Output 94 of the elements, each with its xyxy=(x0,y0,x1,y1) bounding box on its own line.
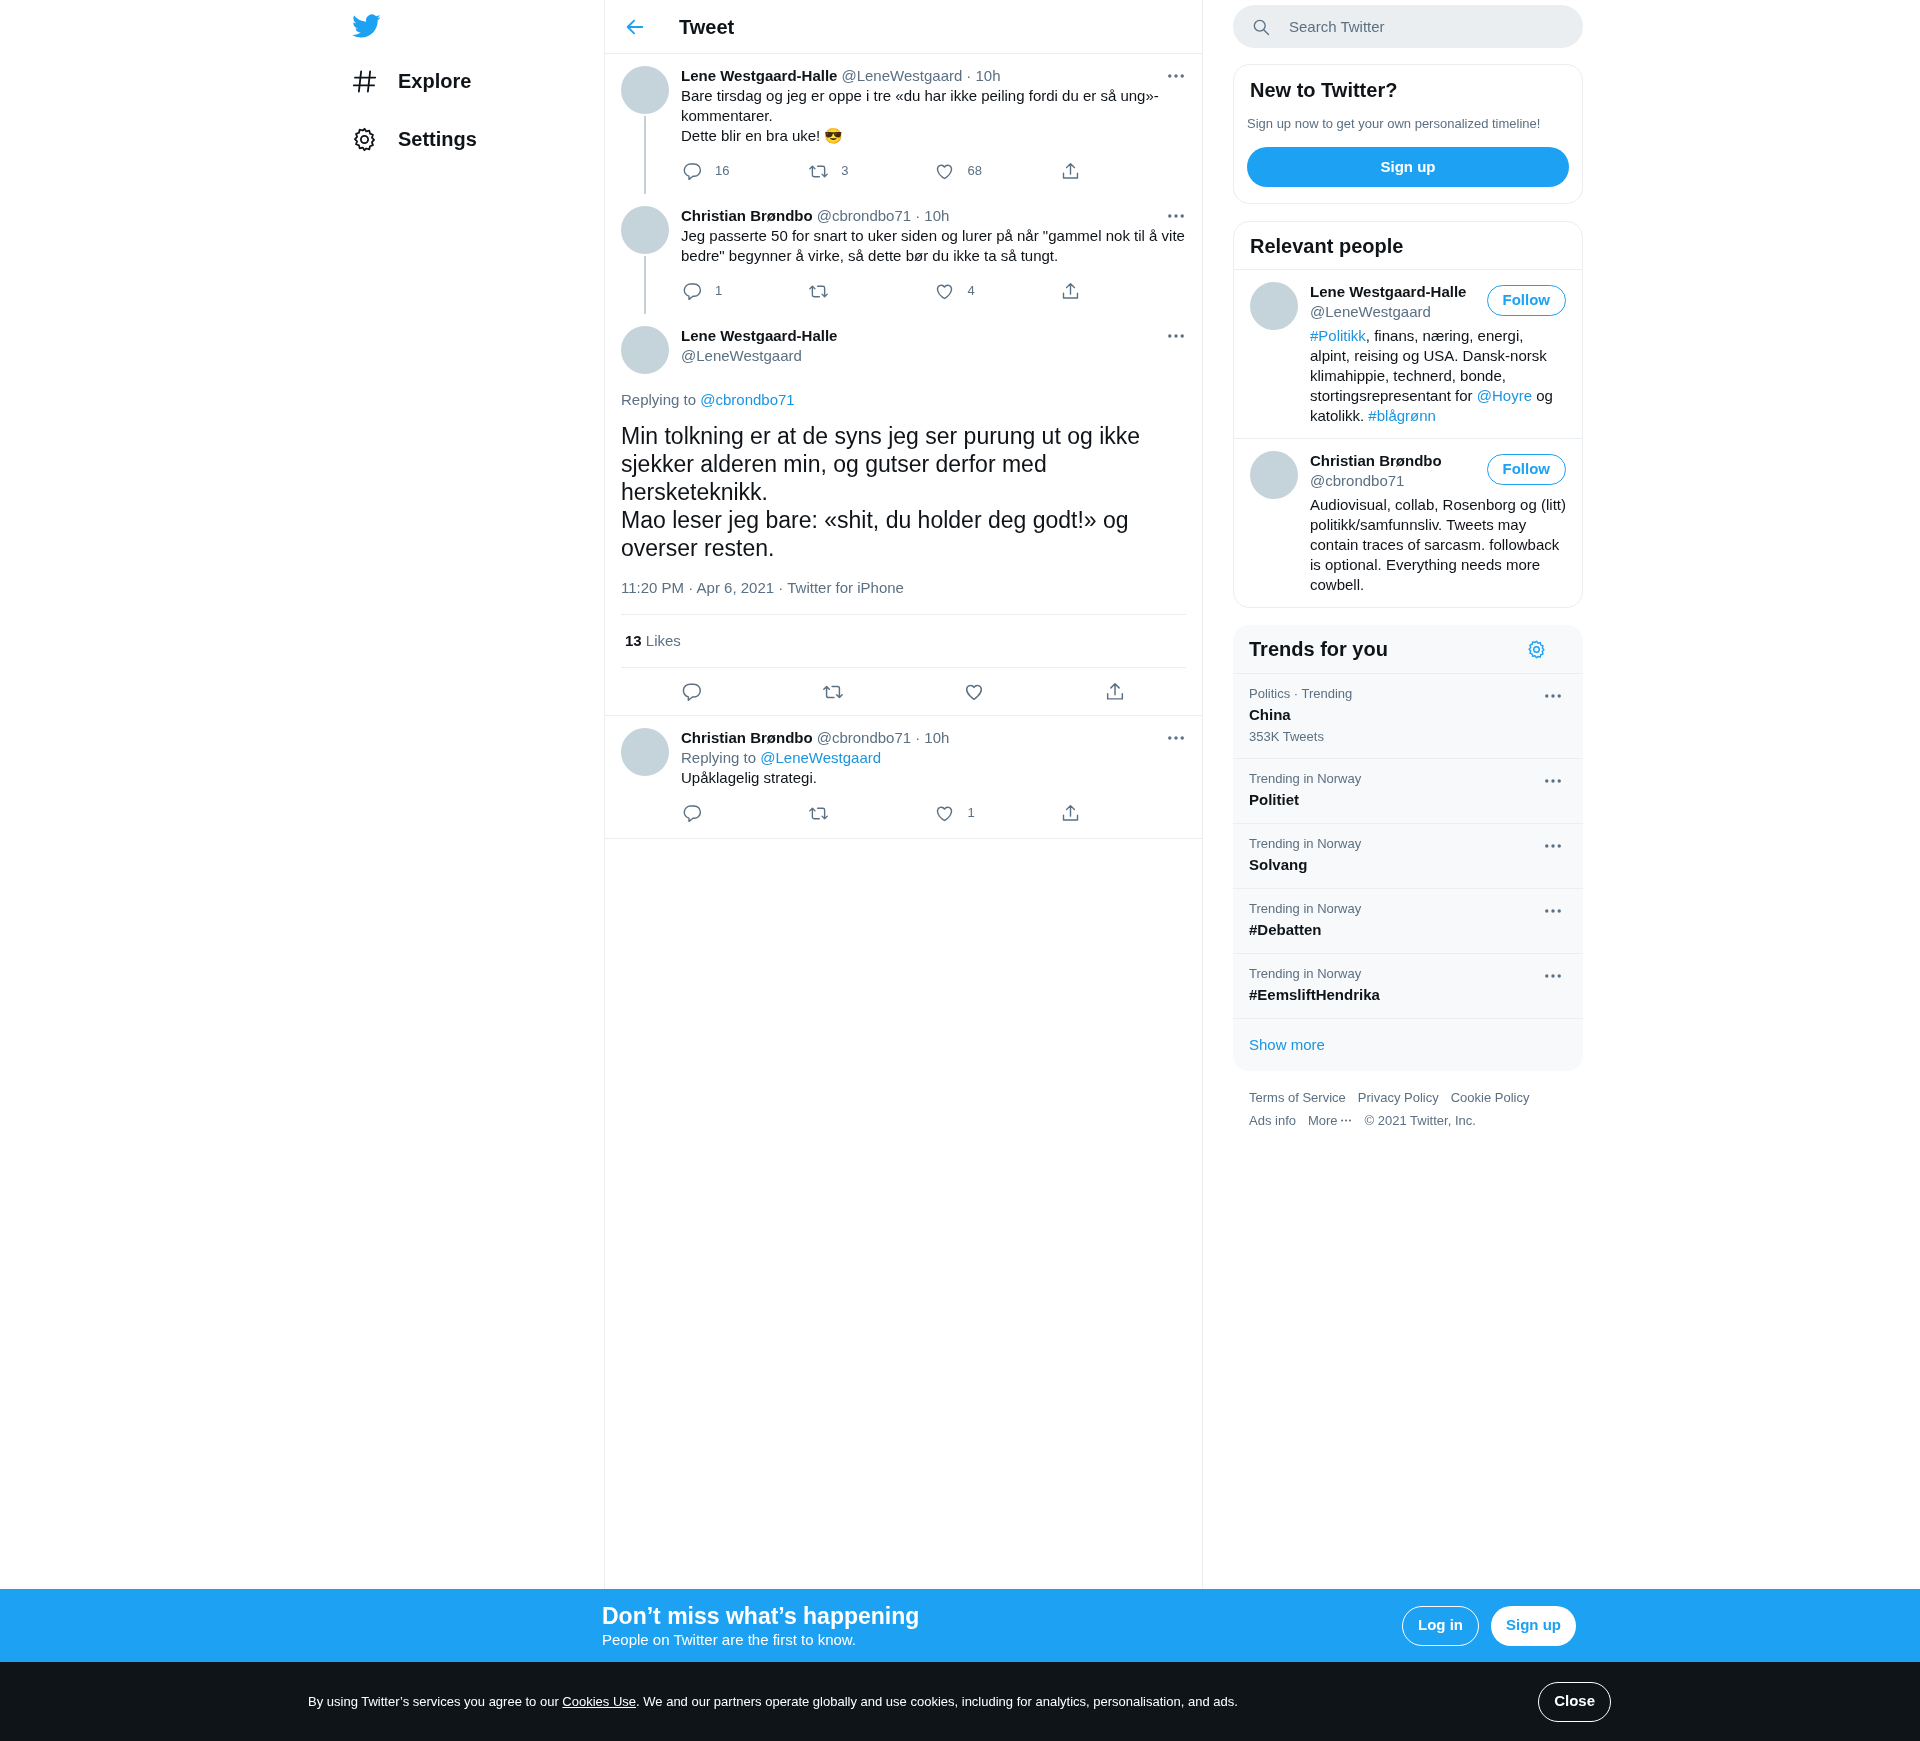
nav-item[interactable]: Settings xyxy=(351,110,493,168)
action-button[interactable] xyxy=(681,160,703,182)
copyright-text: © 2021 Twitter, Inc. xyxy=(1364,1112,1476,1129)
author-name[interactable]: Lene Westgaard-Halle xyxy=(681,324,838,348)
trend-context: Trending in Norway xyxy=(1249,901,1362,917)
person-name[interactable]: Lene Westgaard-Halle xyxy=(1310,282,1467,302)
more-icon xyxy=(1168,214,1184,218)
trend-item[interactable]: Trending in Norway Politiet xyxy=(1233,759,1583,824)
settings-icon xyxy=(351,125,378,153)
action-count: 1 xyxy=(967,804,975,823)
card-title: New to Twitter? xyxy=(1249,78,1399,103)
action-count: 3 xyxy=(841,162,849,181)
author-handle[interactable]: @cbrondbo71 xyxy=(816,726,912,750)
trend-name: #Debatten xyxy=(1249,920,1322,940)
tweet-text: Upåklagelig strategi. xyxy=(681,768,818,788)
mention-link[interactable]: @LeneWestgaard xyxy=(760,749,882,766)
search-field[interactable]: Search Twitter xyxy=(1233,5,1583,48)
tweet-text: Jeg passerte 50 for snart to uker siden og lurer på når "gammel nok til å vite bedre" begynner å virke, så dette bør du ikke ta så tungt. xyxy=(681,226,1186,266)
more-icon xyxy=(1545,909,1561,913)
more-icon xyxy=(1168,736,1184,740)
trend-context: Trending in Norway xyxy=(1249,966,1362,982)
author-name[interactable]: Christian Brøndbo xyxy=(681,726,813,750)
trend-context: Trending in Norway xyxy=(1249,836,1362,852)
footer-link[interactable]: Privacy Policy xyxy=(1357,1089,1439,1106)
action-button[interactable] xyxy=(681,802,703,824)
profile-bio: Audiovisual, collab, Rosenborg og (litt) politikk/samfunnsliv. Tweets may contain traces of sarcasm. followback is optional. Everything needs more cowbell. xyxy=(1310,495,1566,595)
reply-icon xyxy=(681,802,703,824)
settings-button[interactable] xyxy=(1525,638,1547,660)
likes-link[interactable]: 13 Likes xyxy=(625,629,681,653)
tweet-text: Bare tirsdag og jeg er oppe i tre «du har ikke peiling fordi du er så ung»-kommentarer. Dette blir en bra uke! 😎 xyxy=(681,86,1160,146)
author-handle[interactable]: @LeneWestgaard xyxy=(841,64,963,88)
footer-link[interactable]: Terms of Service xyxy=(1249,1089,1346,1106)
reply-icon xyxy=(680,680,703,703)
page-title: Tweet xyxy=(679,14,735,40)
reply-icon xyxy=(681,160,703,182)
more-icon xyxy=(1545,844,1561,848)
card-text: Sign up now to get your own personalized timeline! xyxy=(1247,115,1542,133)
more-icon xyxy=(1168,334,1184,338)
bio-link[interactable]: #Politikk xyxy=(1310,327,1366,344)
footer-link[interactable]: Ads info xyxy=(1249,1112,1296,1129)
trend-name: #EemsliftHendrika xyxy=(1249,985,1380,1005)
more-icon xyxy=(1545,694,1561,698)
person-handle[interactable]: @cbrondbo71 xyxy=(1310,471,1405,491)
author-name[interactable]: Christian Brøndbo xyxy=(681,204,813,228)
signup-button[interactable]: Sign up xyxy=(1247,147,1569,187)
footer-link[interactable]: Cookie Policy xyxy=(1450,1089,1530,1106)
more-icon xyxy=(1545,779,1561,783)
card-title: Relevant people xyxy=(1250,233,1404,259)
footer-link[interactable]: More xyxy=(1308,1112,1351,1129)
profile-bio: #Politikk, finans, næring, energi, alpint, reising og USA. Dansk-norsk klimahippie, technerd, bonde, stortingsrepresentant for @Hoyre og katolikk. #blågrønn xyxy=(1310,326,1554,426)
search-icon xyxy=(1251,17,1271,37)
action-count: 4 xyxy=(967,282,975,301)
settings-icon xyxy=(1525,638,1547,660)
action-count: 68 xyxy=(967,162,982,181)
card-title: Trends for you xyxy=(1249,637,1388,662)
reply-context: Replying to @LeneWestgaard xyxy=(681,748,882,768)
author-handle[interactable]: @cbrondbo71 xyxy=(816,204,912,228)
person-name[interactable]: Christian Brøndbo xyxy=(1310,451,1442,471)
trend-item[interactable]: Politics · Trending China 353K Tweets xyxy=(1233,674,1583,759)
cookie-notice: By using Twitter’s services you agree to our Cookies Use. We and our partners operate globally and use cookies, including for analytics, personalisation, and ads. xyxy=(308,1692,1238,1711)
bio-link[interactable]: #blågrønn xyxy=(1368,407,1436,424)
more-icon xyxy=(1340,1119,1351,1122)
person-handle[interactable]: @LeneWestgaard xyxy=(1310,302,1431,322)
trend-context: Trending in Norway xyxy=(1249,771,1362,787)
banner-title: Don’t miss what’s happening xyxy=(602,1601,920,1630)
tweet-time[interactable]: · 10h xyxy=(915,204,950,228)
trend-context: Politics · Trending xyxy=(1249,686,1353,702)
trend-name: China xyxy=(1249,705,1291,725)
trend-item[interactable]: Trending in Norway #EemsliftHendrika xyxy=(1233,954,1583,1019)
tweet-text: Min tolkning er at de syns jeg ser purung ut og ikke sjekker alderen min, og gutser derfor med hersketeknikk. Mao leser jeg bare: «shit, du holder deg godt!» og overser resten. xyxy=(621,422,1142,562)
action-count: 1 xyxy=(715,282,723,301)
more-icon xyxy=(1168,74,1184,78)
signup-button[interactable]: Sign up xyxy=(1491,1605,1576,1646)
banner-subtitle: People on Twitter are the first to know. xyxy=(602,1629,858,1650)
author-name[interactable]: Lene Westgaard-Halle xyxy=(681,64,838,88)
more-icon xyxy=(1545,974,1561,978)
trend-name: Solvang xyxy=(1249,855,1308,875)
trend-item[interactable]: Trending in Norway Solvang xyxy=(1233,824,1583,889)
bio-link[interactable]: @Hoyre xyxy=(1476,387,1532,404)
cookies-link[interactable]: Cookies Use xyxy=(562,1693,637,1709)
show-more-link[interactable]: Show more xyxy=(1249,1033,1325,1057)
tweet-time[interactable]: · 10h xyxy=(915,726,950,750)
action-count: 16 xyxy=(715,162,730,181)
trend-item[interactable]: Trending in Norway #Debatten xyxy=(1233,889,1583,954)
tweet-time[interactable]: · 10h xyxy=(966,64,1001,88)
trend-name: Politiet xyxy=(1249,790,1299,810)
reply-context: Replying to @cbrondbo71 xyxy=(621,390,795,410)
nav-item[interactable]: Explore xyxy=(351,52,488,110)
mention-link[interactable]: @cbrondbo71 xyxy=(700,391,795,408)
tweet-meta: 11:20 PM · Apr 6, 2021 · Twitter for iPhone xyxy=(621,578,904,598)
author-handle[interactable]: @LeneWestgaard xyxy=(681,346,802,366)
trend-count: 353K Tweets xyxy=(1249,728,1324,746)
action-button[interactable] xyxy=(681,280,703,302)
reply-icon xyxy=(681,280,703,302)
